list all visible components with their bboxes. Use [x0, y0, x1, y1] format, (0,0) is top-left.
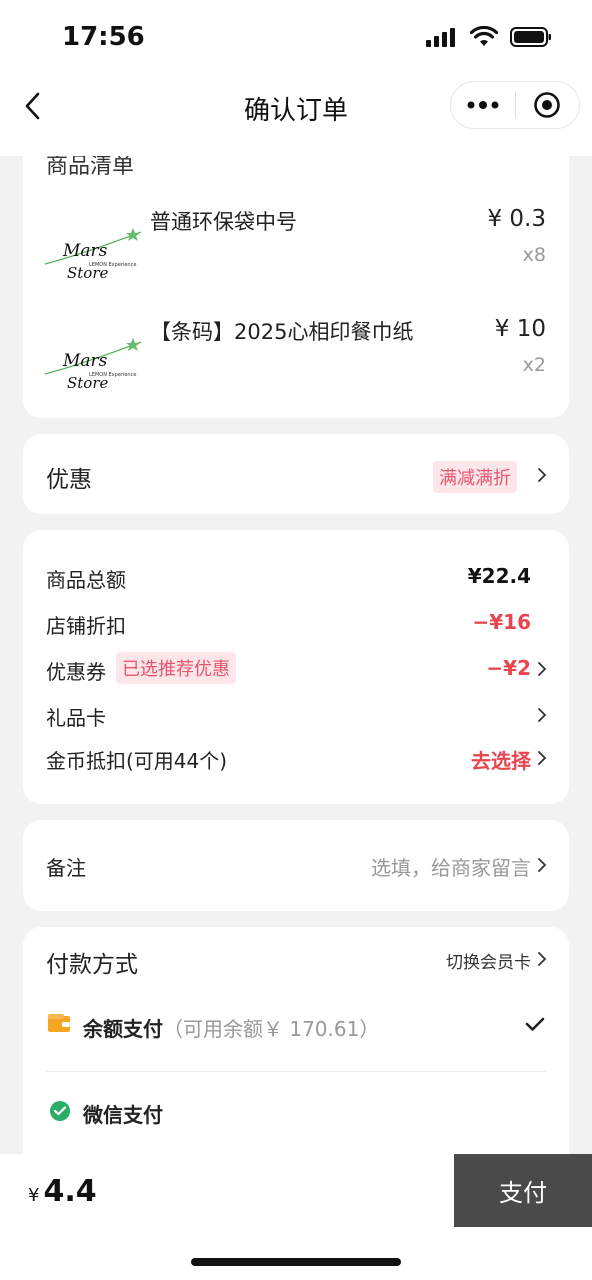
- wechat-pay-icon: [50, 1101, 70, 1121]
- goods-name: 【条码】2025心相印餐巾纸: [150, 320, 414, 344]
- coins-select[interactable]: 去选择: [471, 745, 531, 774]
- balance-pay-label: 余额支付（可用余额￥ 170.61）: [83, 1013, 379, 1042]
- battery-icon: [510, 27, 551, 47]
- wifi-icon: [470, 26, 498, 46]
- payment-card: 付款方式 切换会员卡 余额支付（可用余额￥ 170.61） 微信支付: [23, 927, 569, 1154]
- chevron-right-icon: [538, 751, 547, 765]
- remark-input[interactable]: 选填，给商家留言: [371, 852, 531, 881]
- bottom-pay-bar: ¥ 4.4 支付: [0, 1154, 592, 1230]
- total-currency: ¥: [28, 1185, 40, 1206]
- divider: [46, 1071, 546, 1072]
- discount-tag: 满减满折: [433, 461, 517, 493]
- discount-card[interactable]: 优惠 满减满折: [23, 434, 569, 514]
- svg-text:Mars: Mars: [62, 351, 108, 371]
- coupon-tag: 已选推荐优惠: [116, 652, 236, 684]
- remark-label: 备注: [46, 856, 86, 880]
- goods-section-title: 商品清单: [46, 156, 135, 179]
- goods-total-label: 商品总额: [46, 568, 126, 592]
- goods-price: ¥ 10: [494, 316, 546, 342]
- close-miniprogram-button[interactable]: [516, 82, 580, 128]
- checkmark-icon: [525, 1017, 545, 1031]
- discount-label: 优惠: [46, 467, 92, 493]
- shop-discount-value: −¥16: [472, 610, 531, 634]
- nav-bar: 确认订单: [0, 78, 592, 156]
- giftcard-label: 礼品卡: [46, 706, 106, 730]
- wallet-icon: [48, 1014, 70, 1032]
- balance-pay-title: 余额支付: [83, 1017, 163, 1041]
- order-content[interactable]: 商品清单 Mars Store LEMON Experience 普通环保袋中号…: [0, 156, 592, 1154]
- more-dots-icon: [467, 101, 499, 109]
- home-indicator-area: [0, 1230, 592, 1280]
- home-indicator[interactable]: [191, 1258, 401, 1266]
- more-button[interactable]: [451, 82, 515, 128]
- status-bar: 17:56: [0, 0, 592, 78]
- remark-card[interactable]: 备注 选填，给商家留言: [23, 820, 569, 911]
- status-time: 17:56: [62, 22, 145, 52]
- payment-title: 付款方式: [46, 952, 138, 978]
- coupon-label: 优惠券: [46, 660, 106, 684]
- mars-store-logo: Mars Store LEMON Experience: [44, 228, 142, 282]
- svg-text:Mars: Mars: [62, 241, 108, 261]
- shop-discount-label: 店铺折扣: [46, 614, 126, 638]
- chevron-right-icon: [538, 662, 547, 676]
- chevron-right-icon: [538, 952, 547, 966]
- balance-available: （可用余额￥ 170.61）: [163, 1017, 380, 1041]
- goods-quantity: x2: [522, 354, 546, 376]
- total-amount: 4.4: [43, 1174, 97, 1209]
- goods-total-value: ¥22.4: [467, 564, 531, 588]
- goods-price: ¥ 0.3: [487, 206, 546, 232]
- svg-text:LEMON Experience: LEMON Experience: [89, 262, 136, 268]
- svg-text:LEMON Experience: LEMON Experience: [89, 372, 136, 378]
- mars-store-logo: Mars Store LEMON Experience: [44, 338, 142, 392]
- goods-quantity: x8: [522, 244, 546, 266]
- wechat-pay-label: 微信支付: [83, 1103, 163, 1127]
- coins-label: 金币抵扣(可用44个): [46, 749, 228, 773]
- switch-member-card-label: 切换会员卡: [446, 953, 531, 973]
- chevron-right-icon: [538, 858, 547, 872]
- coupon-value: −¥2: [486, 656, 531, 680]
- goods-item[interactable]: Mars Store LEMON Experience 普通环保袋中号 ¥ 0.…: [23, 206, 569, 306]
- goods-name: 普通环保袋中号: [150, 210, 297, 234]
- price-summary-card: 商品总额 ¥22.4 店铺折扣 −¥16 优惠券 已选推荐优惠 −¥2 礼品卡 …: [23, 530, 569, 804]
- pay-button[interactable]: 支付: [454, 1154, 592, 1227]
- signal-icon: [426, 28, 455, 47]
- miniprogram-capsule: [450, 81, 580, 129]
- status-icons: [426, 26, 552, 48]
- goods-item[interactable]: Mars Store LEMON Experience 【条码】2025心相印餐…: [23, 316, 569, 416]
- target-icon: [534, 92, 561, 118]
- chevron-right-icon: [538, 708, 547, 722]
- goods-card: 商品清单 Mars Store LEMON Experience 普通环保袋中号…: [23, 156, 569, 418]
- chevron-right-icon: [538, 468, 547, 482]
- order-total: ¥ 4.4: [28, 1174, 97, 1209]
